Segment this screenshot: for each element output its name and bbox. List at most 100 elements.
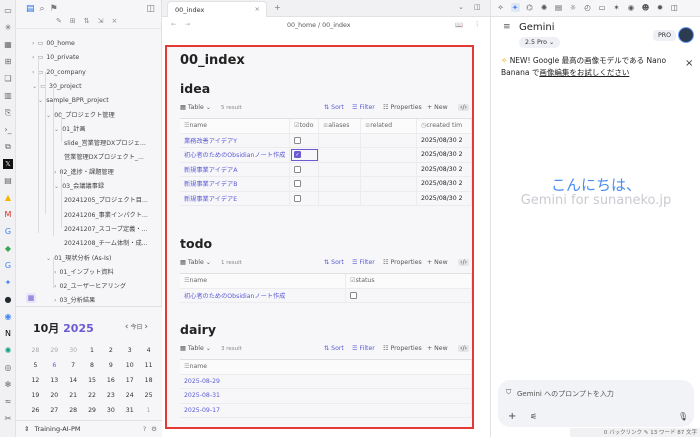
- calendar-day[interactable]: 29: [45, 347, 64, 354]
- empty-cell[interactable]: [361, 133, 417, 147]
- calendar-day[interactable]: 1: [83, 347, 102, 354]
- calendar-day[interactable]: 7: [64, 362, 83, 369]
- column-header-name[interactable]: ☰ name: [180, 119, 290, 133]
- note-link[interactable]: 新規事業アイデアE: [184, 194, 237, 203]
- new-note-icon[interactable]: ✎: [56, 17, 62, 28]
- tab-list-icon[interactable]: ⌄: [458, 3, 464, 11]
- column-header-aliases[interactable]: ≡ aliases: [319, 119, 361, 133]
- tree-item[interactable]: ⌄ sample_BPR_project: [38, 97, 109, 105]
- calendar-day[interactable]: 23: [101, 392, 120, 399]
- tree-item[interactable]: › 02_進捗・課題管理: [54, 169, 114, 177]
- chevron-icon[interactable]: ⌄: [54, 126, 59, 133]
- drive-icon[interactable]: ▲: [3, 193, 13, 203]
- gemini-icon[interactable]: ✦: [3, 278, 13, 288]
- column-header-name[interactable]: ☰ name: [180, 274, 346, 288]
- puzzle-icon[interactable]: ✧: [496, 3, 505, 12]
- help-icon[interactable]: ?: [143, 425, 146, 433]
- copy-icon[interactable]: ⧉: [3, 142, 13, 152]
- sidebar-toggle-icon[interactable]: ◫: [146, 4, 155, 14]
- column-header-related[interactable]: ≡ related: [361, 119, 417, 133]
- today-button[interactable]: 今日: [130, 324, 142, 331]
- canvas-icon[interactable]: ⊞: [3, 57, 13, 67]
- calendar-day[interactable]: 19: [26, 392, 45, 399]
- tree-item[interactable]: › 03_分析結果: [54, 297, 95, 305]
- collapse-icon[interactable]: ⇲: [98, 17, 104, 28]
- calendar-day[interactable]: 31: [120, 407, 139, 414]
- filter-button[interactable]: ☰ Filter: [352, 259, 375, 266]
- close-tab-icon[interactable]: ×: [255, 5, 260, 13]
- status-checkbox[interactable]: [350, 291, 357, 299]
- tree-item[interactable]: 20241206_事業インパクト...: [64, 212, 148, 220]
- tools-icon[interactable]: ⚟: [530, 412, 537, 421]
- tree-item[interactable]: 20241207_スコープ定義・...: [64, 226, 147, 234]
- calendar-day[interactable]: 3: [120, 347, 139, 354]
- calendar-day[interactable]: 8: [83, 362, 102, 369]
- globe-icon[interactable]: ◉: [627, 3, 636, 12]
- more-options-icon[interactable]: ⋮: [474, 21, 480, 28]
- notebook-icon[interactable]: ◎: [3, 363, 13, 373]
- calendar-day[interactable]: 24: [120, 392, 139, 399]
- right-sidebar-icon[interactable]: ◫: [474, 3, 481, 11]
- sparkle-icon[interactable]: ✶: [612, 3, 621, 12]
- column-header-created-tim[interactable]: ◷ created tim: [417, 119, 472, 133]
- calendar-day[interactable]: 11: [139, 362, 158, 369]
- note-link[interactable]: 初心者のためのObsidianノート作成: [184, 150, 285, 159]
- chevron-icon[interactable]: ⌄: [54, 183, 59, 190]
- tools-icon[interactable]: ✂: [3, 414, 13, 424]
- assistant-icon[interactable]: ◉: [3, 312, 13, 322]
- graph-icon[interactable]: ✳: [3, 23, 13, 33]
- calendar-day[interactable]: 18: [139, 377, 158, 384]
- embed-code-icon[interactable]: ‹/›: [458, 345, 470, 352]
- empty-cell[interactable]: [319, 191, 361, 205]
- calendar-day[interactable]: 13: [45, 377, 64, 384]
- calendar-icon[interactable]: ▦: [26, 293, 36, 303]
- note-link[interactable]: 新規事業アイデアB: [184, 179, 237, 188]
- tree-item[interactable]: › 02_ユーザーヒアリング: [54, 283, 126, 291]
- properties-button[interactable]: ☷ Properties: [383, 104, 422, 111]
- tree-item[interactable]: slide_営業管理DXプロジェ...: [64, 140, 146, 148]
- empty-cell[interactable]: [319, 162, 361, 176]
- perplexity-icon[interactable]: ✻: [3, 380, 13, 390]
- todo-checkbox[interactable]: ✓: [294, 151, 301, 159]
- calendar-day[interactable]: 4: [139, 347, 158, 354]
- tab-00-index[interactable]: 00_index ×: [167, 1, 267, 17]
- reading-mode-icon[interactable]: 📖: [455, 21, 463, 29]
- x-icon[interactable]: 𝕏: [3, 159, 13, 169]
- github-icon[interactable]: ●: [3, 295, 13, 305]
- folder-icon[interactable]: ▭: [3, 6, 13, 16]
- calendar-day[interactable]: 20: [45, 392, 64, 399]
- gmail-icon[interactable]: M: [3, 210, 13, 220]
- prompt-box[interactable]: ⛉ Gemini へのプロンプトを入力 + ⚟ 🎙: [498, 380, 694, 427]
- calendar-day[interactable]: 30: [64, 347, 83, 354]
- chevron-icon[interactable]: ›: [54, 169, 56, 176]
- todo-checkbox[interactable]: [294, 136, 301, 144]
- prev-month-icon[interactable]: ‹: [125, 322, 129, 332]
- empty-cell[interactable]: [361, 177, 417, 191]
- calendar-day[interactable]: 17: [120, 377, 139, 384]
- gemini-icon[interactable]: ✦: [510, 3, 520, 12]
- view-selector[interactable]: ▦ Table ⌄: [180, 259, 211, 266]
- chevron-icon[interactable]: ›: [32, 69, 34, 76]
- calendar-day[interactable]: 6: [45, 362, 64, 369]
- todo-checkbox[interactable]: [294, 165, 301, 173]
- new-button[interactable]: + New: [427, 259, 448, 266]
- terminal-icon[interactable]: ›_: [3, 125, 13, 135]
- calendar-day[interactable]: 9: [101, 362, 120, 369]
- new-button[interactable]: + New: [427, 345, 448, 352]
- next-month-icon[interactable]: ›: [144, 322, 148, 332]
- lightbulb-icon[interactable]: ☼: [569, 3, 578, 12]
- chevron-icon[interactable]: ›: [54, 269, 56, 276]
- template-icon[interactable]: ⎘: [3, 108, 13, 118]
- ai-badge-icon[interactable]: ✹: [656, 3, 665, 12]
- model-selector[interactable]: 2.5 Pro ⌄: [519, 37, 561, 48]
- breadcrumb[interactable]: 00_home / 00_index: [287, 22, 351, 29]
- calendar-icon[interactable]: ▦: [3, 40, 13, 50]
- sort-button[interactable]: ⇅ Sort: [324, 345, 344, 352]
- calendar-day[interactable]: 29: [83, 407, 102, 414]
- column-header-name[interactable]: ☰ name: [180, 360, 472, 374]
- openai-icon[interactable]: ✺: [540, 3, 549, 12]
- column-header-todo[interactable]: ☑ todo: [290, 119, 319, 133]
- properties-button[interactable]: ☷ Properties: [383, 345, 422, 352]
- book-icon[interactable]: ▤: [554, 3, 563, 12]
- todo-checkbox[interactable]: [294, 194, 301, 202]
